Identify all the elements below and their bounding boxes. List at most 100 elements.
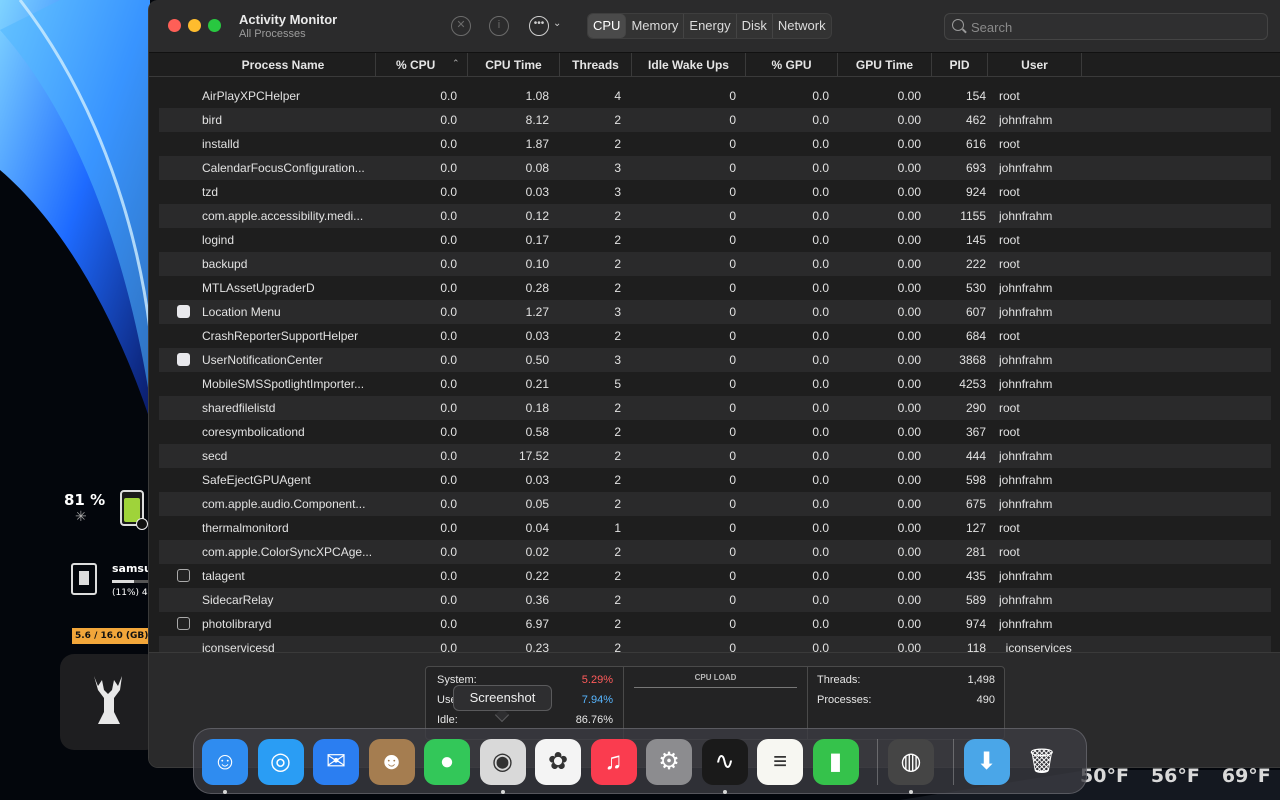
table-row[interactable]: CalendarFocusConfiguration... 0.0 0.08 3 0 0.…: [159, 156, 1271, 180]
table-row[interactable]: SafeEjectGPUAgent 0.0 0.03 2 0 0.0 0.00 598 john…: [159, 468, 1271, 492]
ellipsis-circle-icon[interactable]: •••: [529, 16, 549, 36]
gpu-percent: 0.0: [812, 305, 829, 319]
table-row[interactable]: MTLAssetUpgraderD 0.0 0.28 2 0 0.0 0.00 530 john…: [159, 276, 1271, 300]
chevron-down-icon[interactable]: ⌄: [553, 18, 561, 29]
table-row[interactable]: thermalmonitord 0.0 0.04 1 0 0.0 0.00 127 root: [159, 516, 1271, 540]
table-row[interactable]: bird 0.0 8.12 2 0 0.0 0.00 462 johnfrahm: [159, 108, 1271, 132]
downloads-folder-icon[interactable]: ⬇: [963, 739, 1010, 785]
sort-ascending-icon[interactable]: ⌃: [452, 58, 460, 69]
minimize-window-button[interactable]: [188, 19, 201, 32]
table-row[interactable]: tzd 0.0 0.03 3 0 0.0 0.00 924 root: [159, 180, 1271, 204]
stat-label: Idle:: [437, 714, 458, 726]
cpu-time: 8.12: [525, 113, 549, 127]
close-window-button[interactable]: [168, 19, 181, 32]
spaghetti-app-icon[interactable]: ◍: [888, 739, 934, 785]
trash-icon[interactable]: 🗑: [1019, 739, 1065, 785]
process-name: Location Menu: [202, 305, 281, 319]
tab-disk[interactable]: Disk: [737, 14, 773, 38]
deer-widget: [60, 654, 160, 750]
tab-energy[interactable]: Energy: [684, 14, 737, 38]
gpu-time: 0.00: [897, 233, 921, 247]
tab-memory[interactable]: Memory: [626, 14, 685, 38]
stat-value: 5.29%: [581, 674, 613, 686]
column-idle-wake-ups[interactable]: Idle Wake Ups: [632, 53, 746, 77]
user: johnfrahm: [999, 305, 1053, 319]
gpu-percent: 0.0: [812, 641, 829, 652]
gpu-time: 0.00: [897, 545, 921, 559]
table-row[interactable]: backupd 0.0 0.10 2 0 0.0 0.00 222 root: [159, 252, 1271, 276]
idle-wake-ups: 0: [729, 473, 736, 487]
user: root: [999, 257, 1020, 271]
gpu-percent: 0.0: [812, 521, 829, 535]
process-name: CrashReporterSupportHelper: [202, 329, 359, 343]
table-row[interactable]: installd 0.0 1.87 2 0 0.0 0.00 616 root: [159, 132, 1271, 156]
table-row[interactable]: secd 0.0 17.52 2 0 0.0 0.00 444 johnfrahm: [159, 444, 1271, 468]
stop-process-icon[interactable]: ✕: [451, 16, 471, 36]
search-field[interactable]: [944, 13, 1268, 40]
cpu-time: 0.58: [525, 425, 549, 439]
table-row[interactable]: com.apple.ColorSyncXPCAge... 0.0 0.02 2 0 0.0…: [159, 540, 1271, 564]
table-row[interactable]: sharedfilelistd 0.0 0.18 2 0 0.0 0.00 290 root: [159, 396, 1271, 420]
cpu-percent: 0.0: [440, 593, 457, 607]
table-row[interactable]: iconservicesd 0.0 0.23 2 0 0.0 0.00 118 _iconser…: [159, 636, 1271, 652]
idle-wake-ups: 0: [729, 641, 736, 652]
cpu-percent: 0.0: [440, 473, 457, 487]
tab-cpu[interactable]: CPU: [588, 14, 627, 38]
photos-icon[interactable]: ✿: [535, 739, 581, 785]
column-cpu-time[interactable]: CPU Time: [468, 53, 560, 77]
user: root: [999, 185, 1020, 199]
cpu-percent: 0.0: [440, 305, 457, 319]
column-threads[interactable]: Threads: [560, 53, 632, 77]
system-settings-icon[interactable]: ⚙: [646, 739, 692, 785]
table-row[interactable]: UserNotificationCenter 0.0 0.50 3 0 0.0 0.00 38…: [159, 348, 1271, 372]
numbers-icon[interactable]: ▮: [812, 739, 859, 785]
process-name: SidecarRelay: [202, 593, 274, 607]
cpu-percent: 0.0: [440, 569, 457, 583]
music-icon[interactable]: ♫: [590, 739, 637, 785]
finder-icon[interactable]: ☺: [202, 739, 248, 785]
table-row[interactable]: com.apple.accessibility.medi... 0.0 0.12 2 0…: [159, 204, 1271, 228]
zoom-window-button[interactable]: [208, 19, 221, 32]
cpu-time: 0.03: [525, 473, 549, 487]
table-row[interactable]: MobileSMSSpotlightImporter... 0.0 0.21 5 0 0.…: [159, 372, 1271, 396]
process-name: SafeEjectGPUAgent: [202, 473, 311, 487]
column-gpu[interactable]: % GPU: [746, 53, 838, 77]
mail-icon[interactable]: ✉: [313, 739, 359, 785]
table-row[interactable]: CrashReporterSupportHelper 0.0 0.03 2 0 0.0 0.…: [159, 324, 1271, 348]
idle-wake-ups: 0: [729, 521, 736, 535]
pid: 118: [966, 641, 986, 652]
app-icon: [177, 305, 190, 318]
process-name: UserNotificationCenter: [202, 353, 323, 367]
contacts-icon[interactable]: ☻: [368, 739, 415, 785]
app-icon: [177, 353, 190, 366]
table-row[interactable]: talagent 0.0 0.22 2 0 0.0 0.00 435 johnfrahm: [159, 564, 1271, 588]
cpu-percent: 0.0: [440, 521, 457, 535]
messages-icon[interactable]: ●: [424, 739, 470, 785]
stat-processes: Processes: 490: [817, 694, 995, 710]
search-input[interactable]: [971, 17, 1261, 37]
table-row[interactable]: coresymbolicationd 0.0 0.58 2 0 0.0 0.00 367 roo…: [159, 420, 1271, 444]
process-name: iconservicesd: [202, 641, 275, 652]
column-pid[interactable]: PID: [932, 53, 988, 77]
column-process-name[interactable]: Process Name: [149, 53, 376, 77]
notes-icon[interactable]: ≡: [757, 739, 803, 785]
spinner-icon: ✳: [75, 508, 87, 524]
table-row[interactable]: AirPlayXPCHelper 0.0 1.08 4 0 0.0 0.00 154 root: [159, 84, 1271, 108]
table-row[interactable]: SidecarRelay 0.0 0.36 2 0 0.0 0.00 589 johnfrahm: [159, 588, 1271, 612]
column-user[interactable]: User: [988, 53, 1082, 77]
safari-icon[interactable]: ◎: [257, 739, 304, 785]
table-row[interactable]: photolibraryd 0.0 6.97 2 0 0.0 0.00 974 johnfrah…: [159, 612, 1271, 636]
table-row[interactable]: logind 0.0 0.17 2 0 0.0 0.00 145 root: [159, 228, 1271, 252]
table-row[interactable]: Location Menu 0.0 1.27 3 0 0.0 0.00 607 johnfrah…: [159, 300, 1271, 324]
screenshot-icon[interactable]: ◉: [479, 739, 526, 785]
process-name: logind: [202, 233, 235, 247]
cpu-percent: 0.0: [440, 209, 457, 223]
tab-network[interactable]: Network: [773, 14, 831, 38]
gpu-time: 0.00: [897, 209, 921, 223]
table-row[interactable]: com.apple.audio.Component... 0.0 0.05 2 0 0.0…: [159, 492, 1271, 516]
activity-monitor-icon[interactable]: ∿: [701, 739, 748, 785]
activity-monitor-window: Activity Monitor All Processes ✕ i ••• ⌄…: [148, 0, 1280, 768]
column-gpu-time[interactable]: GPU Time: [838, 53, 932, 77]
info-icon[interactable]: i: [489, 16, 509, 36]
cpu-time: 0.02: [525, 545, 549, 559]
